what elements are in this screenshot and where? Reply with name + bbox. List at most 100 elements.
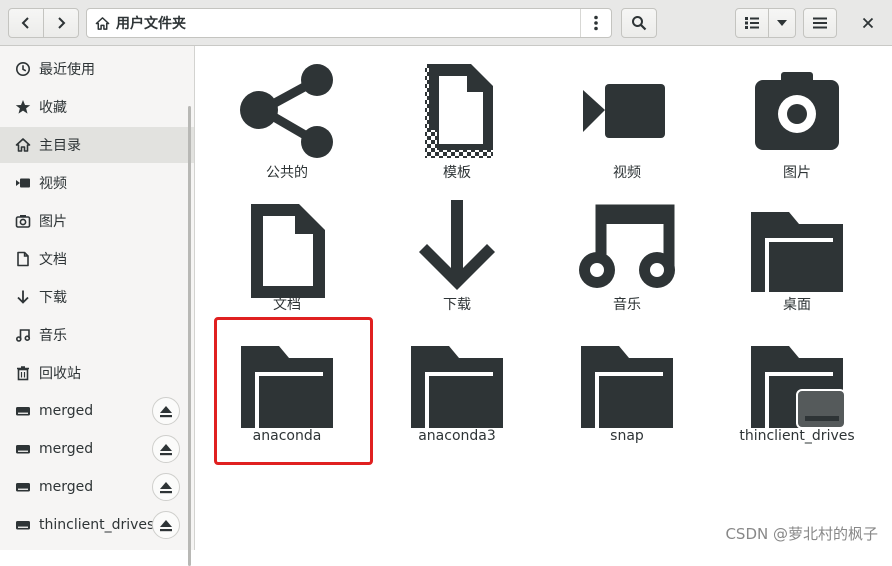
search-button[interactable] (621, 8, 657, 38)
chevron-right-icon (58, 17, 66, 29)
forward-button[interactable] (43, 8, 79, 38)
file-grid: 公共的 模板 视频 图片 文档 下载 音乐 桌面 anaconda anacon… (196, 46, 892, 550)
view-list-button[interactable] (735, 8, 769, 38)
sidebar-item-home[interactable]: 主目录 (0, 127, 194, 163)
sidebar-item-label: 图片 (39, 214, 67, 230)
chevron-down-icon (777, 20, 787, 26)
video-icon (14, 174, 32, 192)
eject-icon (160, 481, 172, 493)
sidebar-item-label: 主目录 (39, 138, 81, 154)
sidebar-item-pictures[interactable]: 图片 (0, 203, 194, 239)
download-icon (419, 200, 495, 290)
file-name: anaconda3 (418, 428, 496, 444)
sidebar-item-documents[interactable]: 文档 (0, 241, 194, 277)
list-view-icon (745, 17, 759, 29)
path-crumb-home[interactable]: 用户文件夹 (87, 9, 581, 37)
header-bar: 用户文件夹 (0, 0, 892, 46)
camera-icon (755, 72, 839, 150)
file-item-music[interactable]: 音乐 (542, 190, 712, 320)
sidebar-item-label: 文档 (39, 252, 67, 268)
sidebar-item-downloads[interactable]: 下载 (0, 279, 194, 315)
file-item-pictures[interactable]: 图片 (712, 50, 882, 181)
folder-drive-icon (751, 346, 846, 429)
file-name: 文档 (273, 297, 301, 313)
sidebar-item-label: merged (39, 403, 94, 419)
folder-icon (751, 212, 843, 292)
file-item-thinclient-drives[interactable]: thinclient_drives (712, 330, 882, 460)
music-icon (579, 204, 675, 288)
kebab-menu-icon (593, 15, 598, 31)
document-icon (14, 250, 32, 268)
file-name: 图片 (783, 165, 811, 181)
eject-button[interactable] (152, 397, 180, 425)
drive-icon (14, 478, 32, 496)
camera-icon (14, 212, 32, 230)
search-icon (632, 16, 647, 31)
home-icon (95, 16, 110, 30)
file-name: 公共的 (266, 165, 308, 181)
file-name: 视频 (613, 165, 641, 181)
sidebar-item-label: merged (39, 479, 94, 495)
path-bar: 用户文件夹 (86, 8, 612, 38)
eject-button[interactable] (152, 435, 180, 463)
clock-icon (14, 60, 32, 78)
music-icon (14, 326, 32, 344)
file-item-public[interactable]: 公共的 (202, 50, 372, 181)
sidebar-item-label: thinclient_drives (39, 517, 155, 533)
close-window-button[interactable] (853, 8, 883, 38)
watermark: CSDN @萝北村的枫子 (725, 525, 878, 543)
download-icon (14, 288, 32, 306)
file-item-desktop[interactable]: 桌面 (712, 190, 882, 320)
sidebar: 最近使用 收藏 主目录 视频 图片 文档 下载 音乐 回收站 merged me… (0, 46, 195, 566)
sidebar-item-label: 收藏 (39, 100, 67, 116)
highlight-annotation (214, 317, 373, 465)
drive-icon (14, 516, 32, 534)
eject-icon (160, 443, 172, 455)
sidebar-item-starred[interactable]: 收藏 (0, 89, 194, 125)
back-button[interactable] (8, 8, 44, 38)
sidebar-item-label: 音乐 (39, 328, 67, 344)
file-item-anaconda3[interactable]: anaconda3 (372, 330, 542, 460)
drive-icon (14, 440, 32, 458)
file-item-videos[interactable]: 视频 (542, 50, 712, 181)
share-icon (240, 64, 333, 158)
sidebar-item-label: 回收站 (39, 366, 81, 382)
file-name: 音乐 (613, 297, 641, 313)
file-item-documents[interactable]: 文档 (202, 190, 372, 320)
chevron-left-icon (21, 17, 29, 29)
file-name: 桌面 (783, 297, 811, 313)
sidebar-item-merged[interactable]: merged (0, 469, 194, 505)
trash-icon (14, 364, 32, 382)
eject-button[interactable] (152, 473, 180, 501)
drive-icon (14, 402, 32, 420)
path-label: 用户文件夹 (116, 16, 186, 32)
eject-icon (160, 519, 172, 531)
view-options-dropdown[interactable] (768, 8, 796, 38)
document-icon (251, 204, 325, 298)
sidebar-item-label: 最近使用 (39, 62, 95, 78)
file-name: snap (610, 428, 644, 444)
folder-icon (581, 346, 673, 428)
sidebar-item-music[interactable]: 音乐 (0, 317, 194, 353)
file-item-downloads[interactable]: 下载 (372, 190, 542, 320)
sidebar-item-videos[interactable]: 视频 (0, 165, 194, 201)
sidebar-item-label: merged (39, 441, 94, 457)
sidebar-item-merged[interactable]: merged (0, 431, 194, 467)
sidebar-item-merged[interactable]: merged (0, 393, 194, 429)
eject-button[interactable] (152, 511, 180, 539)
sidebar-item-label: 视频 (39, 176, 67, 192)
eject-icon (160, 405, 172, 417)
sidebar-scrollbar[interactable] (188, 106, 191, 566)
main-menu-button[interactable] (803, 8, 837, 38)
sidebar-item-thinclient-drives[interactable]: thinclient_drives (0, 507, 194, 543)
file-item-templates[interactable]: 模板 (372, 50, 542, 181)
file-item-snap[interactable]: snap (542, 330, 712, 460)
file-name: thinclient_drives (739, 428, 855, 444)
path-menu-button[interactable] (580, 9, 611, 37)
sidebar-item-recent[interactable]: 最近使用 (0, 51, 194, 87)
sidebar-item-trash[interactable]: 回收站 (0, 355, 194, 391)
home-icon (14, 136, 32, 154)
video-icon (583, 84, 665, 138)
sidebar-item-label: 下载 (39, 290, 67, 306)
file-name: 模板 (443, 165, 471, 181)
